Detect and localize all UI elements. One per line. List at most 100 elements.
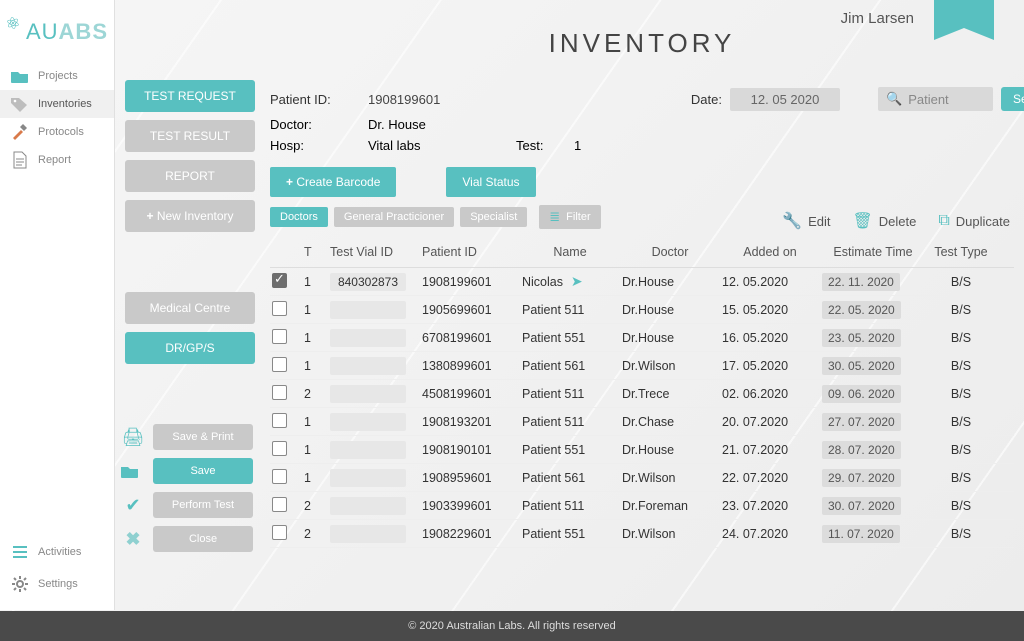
cell-type: B/S <box>928 359 994 373</box>
vial-status-button[interactable]: Vial Status <box>446 167 535 197</box>
table-row[interactable]: 1 1905699601 Patient 511 Dr.House 15. 05… <box>270 296 1014 324</box>
user-name: Jim Larsen <box>841 10 914 27</box>
cell-patient: 1380899601 <box>422 359 518 373</box>
cell-type: B/S <box>928 303 994 317</box>
row-checkbox[interactable] <box>272 385 287 400</box>
folder-icon <box>121 464 145 478</box>
cell-vial: 840302873 <box>330 273 418 291</box>
table-row[interactable]: 1 1908190101 Patient 551 Dr.House 21. 07… <box>270 436 1014 464</box>
chip-doctors[interactable]: Doctors <box>270 207 328 227</box>
cell-t: 2 <box>304 387 326 401</box>
cell-doctor: Dr.Trece <box>622 387 718 401</box>
edit-label: Edit <box>808 214 830 229</box>
col-estimate[interactable]: Estimate Time <box>822 245 924 259</box>
table-row[interactable]: 1 840302873 1908199601 Nicolas ➤ Dr.Hous… <box>270 268 1014 296</box>
cell-doctor: Dr.Wilson <box>622 527 718 541</box>
row-checkbox[interactable] <box>272 441 287 456</box>
test-result-button[interactable]: TEST RESULT <box>125 120 255 152</box>
search-input[interactable] <box>908 92 988 107</box>
row-checkbox[interactable] <box>272 301 287 316</box>
table-row[interactable]: 1 1908193201 Patient 511 Dr.Chase 20. 07… <box>270 408 1014 436</box>
table-row[interactable]: 1 1908959601 Patient 561 Dr.Wilson 22. 0… <box>270 464 1014 492</box>
cell-patient: 1908229601 <box>422 527 518 541</box>
col-patient[interactable]: Patient ID <box>422 245 518 259</box>
cell-name: Patient 511 <box>522 303 618 317</box>
row-checkbox[interactable] <box>272 413 287 428</box>
cell-t: 1 <box>304 415 326 429</box>
save-print-row: 🖨 Save & Print <box>121 424 265 450</box>
row-checkbox[interactable] <box>272 273 287 288</box>
doc-icon <box>10 152 30 168</box>
cell-type: B/S <box>928 331 994 345</box>
chip-gp[interactable]: General Practicioner <box>334 207 454 227</box>
test-request-button[interactable]: TEST REQUEST <box>125 80 255 112</box>
tools-icon <box>10 124 30 140</box>
perform-test-button[interactable]: Perform Test <box>153 492 253 518</box>
sidebar-item-activities[interactable]: Activities <box>0 536 114 568</box>
close-icon: ✖ <box>121 529 145 550</box>
sidebar-item-inventories[interactable]: Inventories <box>0 90 114 118</box>
save-button[interactable]: Save <box>153 458 253 484</box>
row-checkbox[interactable] <box>272 497 287 512</box>
cell-vial <box>330 413 418 431</box>
new-inventory-button[interactable]: New Inventory <box>125 200 255 232</box>
col-vial[interactable]: Test Vial ID <box>330 245 418 259</box>
search-button[interactable]: Search <box>1001 87 1024 111</box>
row-checkbox[interactable] <box>272 357 287 372</box>
cell-doctor: Dr.Wilson <box>622 471 718 485</box>
test-label: Test: <box>516 138 566 153</box>
cell-type: B/S <box>928 499 994 513</box>
doctor-label: Doctor: <box>270 117 360 132</box>
create-barcode-button[interactable]: Create Barcode <box>270 167 396 197</box>
sidebar-item-report[interactable]: Report <box>0 146 114 174</box>
cell-vial <box>330 329 418 347</box>
check-icon: ✔ <box>121 495 145 516</box>
chip-filter[interactable]: Filter <box>539 205 600 229</box>
row-checkbox[interactable] <box>272 469 287 484</box>
col-type[interactable]: Test Type <box>928 245 994 259</box>
row-checkbox[interactable] <box>272 525 287 540</box>
save-row: Save <box>121 458 265 484</box>
cell-type: B/S <box>928 527 994 541</box>
date-value[interactable]: 12. 05 2020 <box>730 88 840 111</box>
date-label: Date: <box>632 92 722 107</box>
col-doctor[interactable]: Doctor <box>622 245 718 259</box>
logo: AUABS <box>0 10 114 62</box>
cell-patient: 4508199601 <box>422 387 518 401</box>
edit-tool[interactable]: 🔧 Edit <box>782 211 830 231</box>
cell-type: B/S <box>928 387 994 401</box>
logo-text: AUABS <box>26 19 108 45</box>
table-row[interactable]: 2 1903399601 Patient 511 Dr.Foreman 23. … <box>270 492 1014 520</box>
search-input-wrap[interactable]: 🔍 <box>878 87 993 111</box>
sidebar-item-label: Activities <box>38 546 81 558</box>
cell-type: B/S <box>928 443 994 457</box>
table-row[interactable]: 2 4508199601 Patient 511 Dr.Trece 02. 06… <box>270 380 1014 408</box>
cell-estimate: 27. 07. 2020 <box>822 413 924 431</box>
cell-estimate: 11. 07. 2020 <box>822 525 924 543</box>
col-added[interactable]: Added on <box>722 245 818 259</box>
sidebar-item-projects[interactable]: Projects <box>0 62 114 90</box>
dr-gp-s-button[interactable]: DR/GP/S <box>125 332 255 364</box>
table-row[interactable]: 1 1380899601 Patient 561 Dr.Wilson 17. 0… <box>270 352 1014 380</box>
chip-specialist[interactable]: Specialist <box>460 207 527 227</box>
sidebar-item-protocols[interactable]: Protocols <box>0 118 114 146</box>
sidebar: AUABS ProjectsInventoriesProtocolsReport… <box>0 0 115 610</box>
duplicate-tool[interactable]: ⧉ Duplicate <box>938 212 1010 230</box>
sidebar-item-settings[interactable]: Settings <box>0 568 114 600</box>
printer-icon: 🖨 <box>121 427 145 448</box>
delete-tool[interactable]: 🗑 Delete <box>852 211 916 231</box>
medical-centre-button[interactable]: Medical Centre <box>125 292 255 324</box>
cell-doctor: Dr.House <box>622 443 718 457</box>
cursor-icon: ➤ <box>567 273 583 289</box>
close-button[interactable]: Close <box>153 526 253 552</box>
row-checkbox[interactable] <box>272 329 287 344</box>
table-row[interactable]: 2 1908229601 Patient 551 Dr.Wilson 24. 0… <box>270 520 1014 548</box>
cell-added: 02. 06.2020 <box>722 387 818 401</box>
col-t[interactable]: T <box>304 245 326 259</box>
table-row[interactable]: 1 6708199601 Patient 551 Dr.House 16. 05… <box>270 324 1014 352</box>
report-button[interactable]: REPORT <box>125 160 255 192</box>
save-print-button[interactable]: Save & Print <box>153 424 253 450</box>
folder-icon <box>10 68 30 84</box>
col-name[interactable]: Name <box>522 245 618 259</box>
cell-added: 15. 05.2020 <box>722 303 818 317</box>
